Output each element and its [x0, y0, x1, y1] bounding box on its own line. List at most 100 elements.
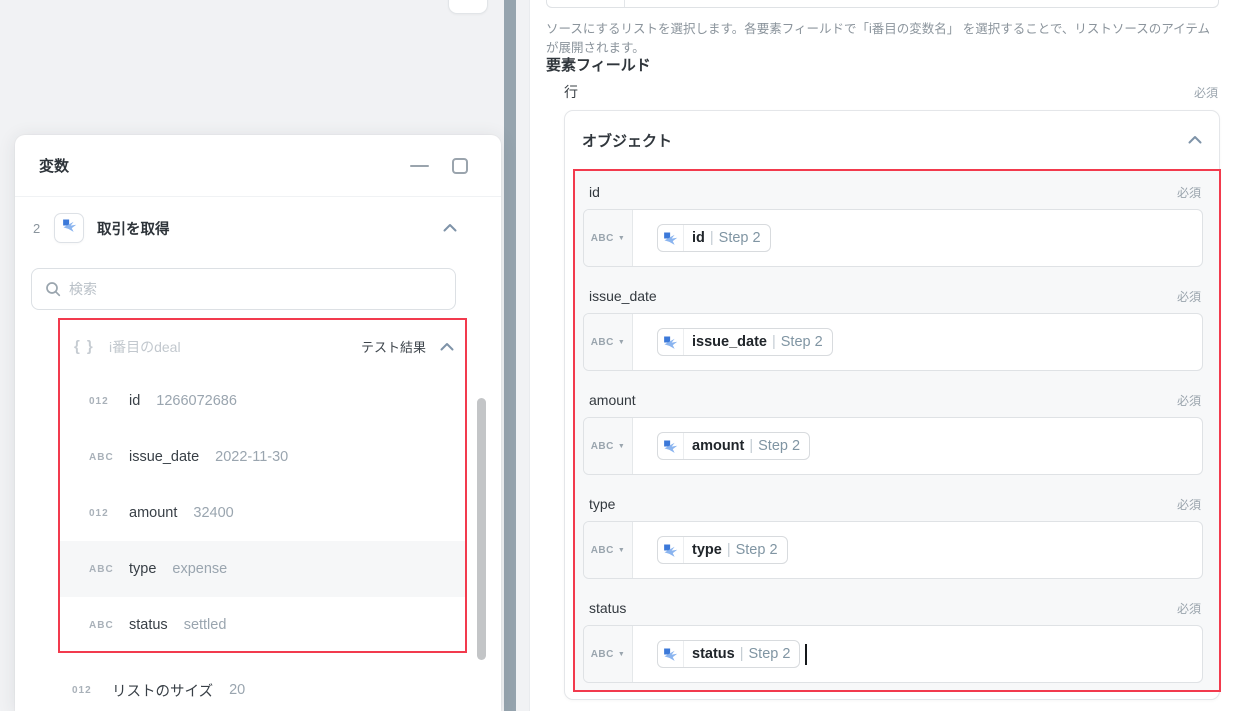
variable-type-badge: 012	[89, 508, 117, 519]
token-text: status | Step 2	[684, 641, 799, 667]
variable-row[interactable]: ABC issue_date 2022-11-30	[60, 429, 465, 485]
field-input[interactable]: ABC ▼ status | Step 2	[583, 625, 1203, 683]
field-input[interactable]: ABC ▼ type | Step 2	[583, 521, 1203, 579]
type-selector-label: ABC	[591, 545, 614, 556]
token-step: Step 2	[781, 334, 823, 350]
field-input-body[interactable]: id | Step 2	[633, 210, 1202, 266]
type-selector-label: ABC	[591, 441, 614, 452]
type-selector-dropdown[interactable]: ABC ▼	[584, 522, 633, 578]
freee-app-icon	[663, 647, 678, 662]
variable-value: settled	[184, 617, 227, 633]
row-field-label: 行	[564, 82, 578, 102]
token-text: id | Step 2	[684, 225, 770, 251]
type-selector-dropdown[interactable]: ABC ▼	[584, 418, 633, 474]
field-input[interactable]: ABC ▼ id | Step 2	[583, 209, 1203, 267]
variable-token-chip[interactable]: status | Step 2	[657, 640, 800, 668]
type-selector-label: ABC	[591, 649, 614, 660]
variable-group-label: i番目のdeal	[109, 337, 361, 357]
variable-type-badge: ABC	[89, 564, 117, 575]
panel-description: ソースにするリストを選択します。各要素フィールドで「i番目の変数名」 を選択する…	[546, 20, 1216, 59]
token-icon-box	[658, 641, 684, 667]
token-text: issue_date | Step 2	[684, 329, 832, 355]
step-app-icon-button[interactable]	[54, 213, 84, 243]
field-input-body[interactable]: status | Step 2	[633, 626, 1202, 682]
type-selector-dropdown[interactable]: ABC ▼	[584, 626, 633, 682]
freee-app-icon	[663, 335, 678, 350]
field-label-row: amount 必須	[583, 389, 1203, 411]
required-badge: 必須	[1177, 392, 1201, 409]
freee-app-icon	[663, 439, 678, 454]
token-step: Step 2	[719, 230, 761, 246]
token-icon-box	[658, 537, 684, 563]
variable-row[interactable]: ABC status settled	[60, 597, 465, 653]
object-card-header[interactable]: オブジェクト	[565, 111, 1219, 169]
list-size-row[interactable]: 012 リストのサイズ 20	[58, 667, 478, 711]
partial-toolbar-button[interactable]	[448, 0, 488, 14]
variable-value: 20	[229, 682, 245, 698]
variable-key: issue_date	[129, 449, 199, 465]
field-label: issue_date	[589, 288, 657, 304]
type-selector-dropdown[interactable]: ABC ▼	[584, 210, 633, 266]
required-badge: 必須	[1177, 496, 1201, 513]
group-collapse-chevron[interactable]	[440, 338, 454, 356]
variable-row[interactable]: ABC type expense	[60, 541, 465, 597]
window-scrollbar-thumb[interactable]	[477, 398, 486, 660]
variable-token-chip[interactable]: id | Step 2	[657, 224, 771, 252]
token-icon-box	[658, 225, 684, 251]
token-separator: |	[722, 542, 736, 558]
variable-token-chip[interactable]: issue_date | Step 2	[657, 328, 833, 356]
chevron-up-icon	[440, 342, 454, 351]
step-label: 取引を取得	[97, 218, 443, 239]
field-input-body[interactable]: type | Step 2	[633, 522, 1202, 578]
variable-rows-container: 012 id 1266072686 ABC issue_date 2022-11…	[60, 373, 465, 653]
field-input[interactable]: ABC ▼ issue_date | Step 2	[583, 313, 1203, 371]
element-field-group: status 必須 ABC ▼ status | Step 2	[583, 597, 1203, 683]
chevron-down-icon: ▼	[618, 235, 625, 242]
token-name: amount	[692, 438, 744, 454]
settings-panel: ソースにするリストを選択します。各要素フィールドで「i番目の変数名」 を選択する…	[529, 0, 1233, 711]
token-icon-box	[658, 329, 684, 355]
variable-key: status	[129, 617, 168, 633]
search-box[interactable]	[31, 268, 456, 310]
token-separator: |	[767, 334, 781, 350]
chevron-down-icon: ▼	[618, 443, 625, 450]
field-label: type	[589, 496, 615, 512]
required-badge: 必須	[1177, 288, 1201, 305]
freee-app-icon	[62, 218, 77, 233]
chevron-up-icon	[443, 223, 457, 232]
variable-key: amount	[129, 505, 177, 521]
variables-window-title: 変数	[39, 155, 410, 176]
field-label-row: id 必須	[583, 181, 1203, 203]
variable-token-chip[interactable]: amount | Step 2	[657, 432, 810, 460]
field-label-row: issue_date 必須	[583, 285, 1203, 307]
field-input[interactable]: ABC ▼ amount | Step 2	[583, 417, 1203, 475]
field-input-body[interactable]: amount | Step 2	[633, 418, 1202, 474]
type-selector-dropdown[interactable]: ABC ▼	[584, 314, 633, 370]
minimize-icon[interactable]	[410, 165, 429, 167]
token-name: id	[692, 230, 705, 246]
chevron-down-icon: ▼	[618, 547, 625, 554]
text-cursor	[805, 644, 807, 665]
page-scrollbar[interactable]	[504, 0, 516, 711]
step-row[interactable]: 2 取引を取得	[15, 203, 501, 253]
element-field-group: issue_date 必須 ABC ▼ issue_date | Step 2	[583, 285, 1203, 371]
variable-token-chip[interactable]: type | Step 2	[657, 536, 788, 564]
search-input[interactable]	[69, 281, 442, 297]
variable-row[interactable]: 012 amount 32400	[60, 485, 465, 541]
field-input-body[interactable]: issue_date | Step 2	[633, 314, 1202, 370]
token-text: amount | Step 2	[684, 433, 809, 459]
variable-type-badge: 012	[72, 685, 100, 696]
token-name: status	[692, 646, 735, 662]
step-collapse-chevron[interactable]	[443, 219, 457, 237]
maximize-icon[interactable]	[452, 158, 468, 174]
chevron-down-icon: ▼	[618, 651, 625, 658]
variable-row[interactable]: 012 id 1266072686	[60, 373, 465, 429]
element-field-group: type 必須 ABC ▼ type | Step 2	[583, 493, 1203, 579]
chevron-up-icon	[1188, 135, 1202, 144]
test-result-badge: テスト結果	[361, 337, 426, 356]
partial-input-above[interactable]	[546, 0, 1219, 8]
token-separator: |	[705, 230, 719, 246]
card-collapse-chevron[interactable]	[1188, 131, 1202, 149]
variable-group-header[interactable]: { } i番目のdeal テスト結果	[60, 320, 465, 373]
input-segment-divider	[624, 0, 625, 7]
